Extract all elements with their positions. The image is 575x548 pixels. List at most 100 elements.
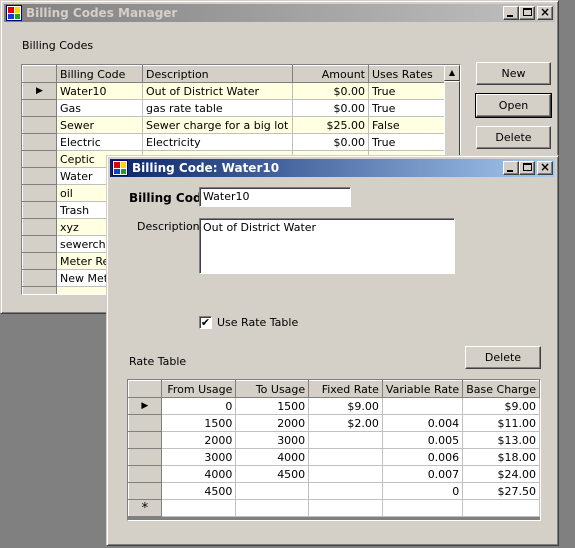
- cell-to-usage[interactable]: 3000: [235, 431, 310, 449]
- use-rate-table-checkbox[interactable]: ✔: [199, 316, 212, 329]
- cell-variable-rate[interactable]: [382, 499, 464, 517]
- cell-fixed-rate[interactable]: $2.00: [308, 414, 383, 432]
- cell-base-charge[interactable]: $24.00: [462, 465, 540, 483]
- maximize-button[interactable]: [519, 6, 535, 20]
- cell-from-usage[interactable]: 2000: [161, 431, 237, 449]
- table-row[interactable]: ▶ Water10 Out of District Water $0.00 True: [22, 82, 445, 100]
- table-row[interactable]: 1500 2000 $2.00 0.004 $11.00: [128, 414, 540, 432]
- cell-uses-rates[interactable]: False: [368, 116, 445, 134]
- use-rate-table-label[interactable]: Use Rate Table: [217, 316, 298, 329]
- scroll-up-button[interactable]: ▲: [444, 65, 460, 81]
- dialog-maximize-button[interactable]: [519, 161, 535, 175]
- cell-billing-code[interactable]: Water10: [56, 82, 143, 100]
- table-row[interactable]: 2000 3000 0.005 $13.00: [128, 431, 540, 449]
- dialog-titlebar[interactable]: Billing Code: Water10 ×: [110, 159, 555, 177]
- rate-table-grid[interactable]: From Usage To Usage Fixed Rate Variable …: [127, 379, 541, 521]
- row-selector[interactable]: [22, 150, 57, 168]
- new-button[interactable]: New: [476, 62, 551, 85]
- cell-amount[interactable]: $0.00: [292, 99, 369, 117]
- description-textarea[interactable]: Out of District Water: [199, 218, 455, 274]
- cell-variable-rate[interactable]: 0.006: [382, 448, 464, 466]
- row-selector[interactable]: ▶: [22, 82, 57, 100]
- cell-uses-rates[interactable]: True: [368, 82, 445, 100]
- cell-fixed-rate[interactable]: [308, 431, 383, 449]
- dialog-minimize-button[interactable]: [503, 161, 519, 175]
- cell-fixed-rate[interactable]: [308, 465, 383, 483]
- cell-to-usage[interactable]: 1500: [235, 397, 310, 415]
- cell-from-usage[interactable]: 4000: [161, 465, 237, 483]
- close-button[interactable]: ×: [537, 5, 553, 20]
- cell-amount[interactable]: $0.00: [292, 82, 369, 100]
- cell-description[interactable]: Out of District Water: [142, 82, 293, 100]
- cell-to-usage[interactable]: 4000: [235, 448, 310, 466]
- cell-from-usage[interactable]: [161, 499, 237, 517]
- row-selector[interactable]: [22, 116, 57, 134]
- cell-to-usage[interactable]: 2000: [235, 414, 310, 432]
- cell-description[interactable]: Electricity: [142, 133, 293, 151]
- cell-to-usage[interactable]: [235, 482, 310, 500]
- cell-from-usage[interactable]: 1500: [161, 414, 237, 432]
- row-selector[interactable]: [22, 99, 57, 117]
- cell-base-charge[interactable]: $27.50: [462, 482, 540, 500]
- row-selector[interactable]: [128, 431, 162, 449]
- column-header-fixed-rate[interactable]: Fixed Rate: [308, 380, 383, 398]
- column-header-uses-rates[interactable]: Uses Rates: [368, 65, 445, 83]
- row-selector[interactable]: [128, 414, 162, 432]
- table-row[interactable]: 3000 4000 0.006 $18.00: [128, 448, 540, 466]
- row-selector[interactable]: [22, 167, 57, 185]
- column-header-amount[interactable]: Amount: [292, 65, 369, 83]
- cell-to-usage[interactable]: 4500: [235, 465, 310, 483]
- cell-description[interactable]: Sewer charge for a big lot: [142, 116, 293, 134]
- cell-variable-rate[interactable]: [382, 397, 464, 415]
- delete-code-button[interactable]: Delete: [476, 126, 551, 149]
- cell-base-charge[interactable]: [462, 499, 540, 517]
- table-row[interactable]: ▶ 0 1500 $9.00 $9.00: [128, 397, 540, 415]
- cell-from-usage[interactable]: 3000: [161, 448, 237, 466]
- cell-fixed-rate[interactable]: $9.00: [308, 397, 383, 415]
- row-selector[interactable]: [22, 235, 57, 253]
- delete-rate-button[interactable]: Delete: [465, 346, 541, 369]
- table-row[interactable]: Sewer Sewer charge for a big lot $25.00 Fal…: [22, 116, 445, 134]
- cell-variable-rate[interactable]: 0: [382, 482, 464, 500]
- row-selector[interactable]: [22, 252, 57, 270]
- row-selector[interactable]: [22, 286, 57, 294]
- cell-fixed-rate[interactable]: [308, 448, 383, 466]
- column-header-from-usage[interactable]: From Usage: [160, 380, 237, 398]
- cell-amount[interactable]: $25.00: [292, 116, 369, 134]
- row-selector[interactable]: [22, 133, 57, 151]
- cell-variable-rate[interactable]: 0.005: [382, 431, 464, 449]
- column-header-variable-rate[interactable]: Variable Rate: [381, 380, 464, 398]
- cell-uses-rates[interactable]: True: [368, 99, 445, 117]
- column-header-base-charge[interactable]: Base Charge: [462, 380, 540, 398]
- cell-base-charge[interactable]: $9.00: [462, 397, 540, 415]
- row-selector[interactable]: [22, 201, 57, 219]
- billing-code-input[interactable]: Water10: [199, 187, 351, 207]
- cell-amount[interactable]: $0.00: [292, 133, 369, 151]
- column-header-description[interactable]: Description: [142, 65, 293, 83]
- minimize-button[interactable]: [503, 6, 519, 20]
- table-row[interactable]: 4000 4500 0.007 $24.00: [128, 465, 540, 483]
- row-selector[interactable]: *: [128, 499, 162, 517]
- row-selector[interactable]: [128, 465, 162, 483]
- column-header-to-usage[interactable]: To Usage: [235, 380, 310, 398]
- cell-variable-rate[interactable]: 0.004: [382, 414, 464, 432]
- cell-fixed-rate[interactable]: [308, 499, 383, 517]
- table-row[interactable]: Electric Electricity $0.00 True: [22, 133, 445, 151]
- cell-from-usage[interactable]: 4500: [161, 482, 237, 500]
- main-window-titlebar[interactable]: Billing Codes Manager ×: [4, 4, 555, 22]
- new-row[interactable]: *: [128, 499, 540, 517]
- cell-base-charge[interactable]: $11.00: [462, 414, 540, 432]
- row-selector[interactable]: [22, 269, 57, 287]
- cell-from-usage[interactable]: 0: [161, 397, 237, 415]
- row-selector[interactable]: [128, 482, 162, 500]
- cell-base-charge[interactable]: $13.00: [462, 431, 540, 449]
- row-selector[interactable]: [22, 184, 57, 202]
- row-selector[interactable]: [128, 448, 162, 466]
- table-row[interactable]: 4500 0 $27.50: [128, 482, 540, 500]
- column-header-billing-code[interactable]: Billing Code: [56, 65, 143, 83]
- cell-billing-code[interactable]: Sewer: [56, 116, 143, 134]
- cell-to-usage[interactable]: [235, 499, 310, 517]
- row-selector[interactable]: ▶: [128, 397, 162, 415]
- cell-fixed-rate[interactable]: [308, 482, 383, 500]
- table-row[interactable]: Gas gas rate table $0.00 True: [22, 99, 445, 117]
